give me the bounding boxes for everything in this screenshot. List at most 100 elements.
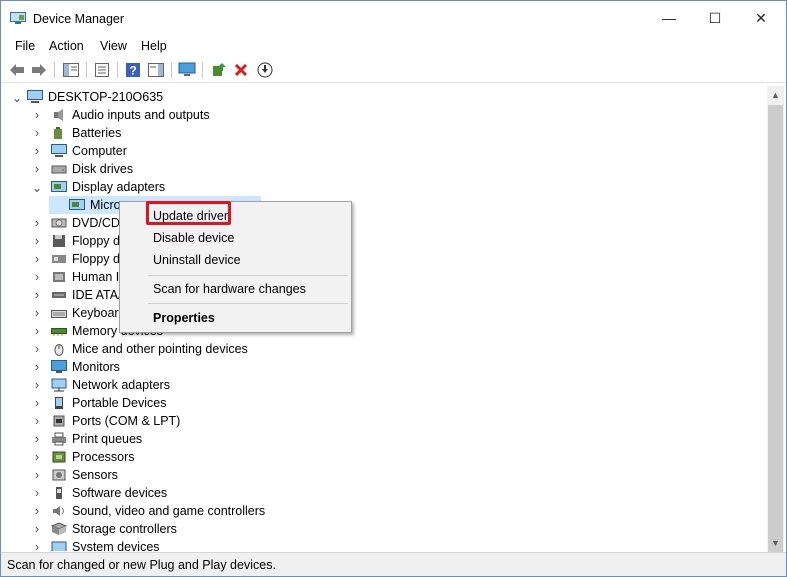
tree-item[interactable]: › Floppy dr — [31, 250, 124, 268]
window-title: Device Manager — [33, 12, 125, 26]
scroll-up-icon[interactable]: ▲ — [767, 86, 784, 103]
tree-item[interactable]: › Sound, video and game controllers — [31, 502, 265, 520]
help-icon[interactable]: ? — [124, 61, 142, 79]
tree-item[interactable]: › Keyboard — [31, 304, 126, 322]
expand-chevron-icon[interactable]: › — [31, 268, 43, 286]
expand-chevron-icon[interactable]: › — [31, 466, 43, 484]
tree-item[interactable]: › Ports (COM & LPT) — [31, 412, 180, 430]
expand-chevron-icon[interactable]: › — [31, 106, 43, 124]
tree-item-label: Software devices — [72, 486, 168, 500]
expand-chevron-icon[interactable]: › — [31, 448, 43, 466]
menu-view[interactable]: View — [100, 39, 127, 53]
expand-chevron-icon[interactable]: › — [31, 304, 43, 322]
tree-item[interactable]: › Batteries — [31, 124, 121, 142]
tree-item[interactable]: › Disk drives — [31, 160, 133, 178]
expand-chevron-icon[interactable]: › — [31, 322, 43, 340]
tree-item-label: Batteries — [72, 126, 122, 140]
tree-item[interactable]: › Print queues — [31, 430, 142, 448]
expand-chevron-icon[interactable]: › — [31, 232, 43, 250]
menu-item-disable-device[interactable]: Disable device — [153, 231, 234, 245]
tree-item-label: Ports (COM & LPT) — [72, 414, 181, 428]
minimize-button[interactable]: — — [646, 1, 692, 35]
dvd-drive-icon — [51, 218, 67, 228]
show-hide-console-tree-icon[interactable] — [62, 61, 80, 79]
portable-device-icon — [55, 397, 63, 409]
expand-chevron-icon[interactable]: › — [31, 286, 43, 304]
menu-action[interactable]: Action — [49, 39, 84, 53]
tree-item-label: Audio inputs and outputs — [72, 108, 210, 122]
tree-item-label: System devices — [72, 540, 160, 551]
expand-chevron-icon[interactable]: › — [31, 538, 43, 551]
toolbar-separator — [117, 62, 118, 78]
tree-item[interactable]: › Monitors — [31, 358, 120, 376]
menu-separator — [148, 275, 348, 276]
tree-item[interactable]: › Audio inputs and outputs — [31, 106, 210, 124]
expand-chevron-icon[interactable]: › — [31, 376, 43, 394]
collapse-chevron-icon[interactable]: ⌄ — [31, 178, 43, 196]
floppy-controller-icon — [52, 255, 66, 263]
tree-item[interactable]: › Portable Devices — [31, 394, 167, 412]
tree-item-label: Print queues — [72, 432, 143, 446]
toolbar-separator — [54, 62, 55, 78]
tree-item[interactable]: › Storage controllers — [31, 520, 177, 538]
expand-chevron-icon[interactable]: › — [31, 214, 43, 232]
expand-chevron-icon[interactable]: › — [31, 250, 43, 268]
menu-item-scan-hardware[interactable]: Scan for hardware changes — [153, 282, 306, 296]
menu-file[interactable]: File — [15, 39, 35, 53]
tree-item[interactable]: › Network adapters — [31, 376, 170, 394]
expand-chevron-icon[interactable]: › — [31, 358, 43, 376]
storage-icon — [51, 522, 67, 535]
expand-chevron-icon[interactable]: › — [31, 484, 43, 502]
menu-item-properties[interactable]: Properties — [153, 311, 215, 325]
display-adapter-icon — [51, 181, 67, 192]
tree-item[interactable]: › DVD/CD- — [31, 214, 124, 232]
properties-icon[interactable] — [93, 61, 111, 79]
scroll-down-icon[interactable]: ▼ — [767, 534, 784, 551]
toolbar-separator — [171, 62, 172, 78]
memory-icon — [51, 328, 67, 336]
expand-chevron-icon[interactable]: › — [31, 340, 43, 358]
collapse-chevron-icon[interactable]: ⌄ — [11, 88, 23, 106]
expand-chevron-icon[interactable]: › — [31, 412, 43, 430]
tree-item[interactable]: › Floppy di — [31, 232, 123, 250]
expand-chevron-icon[interactable]: › — [31, 142, 43, 160]
root-label: DESKTOP-210O635 — [48, 90, 164, 104]
computer-icon — [51, 144, 67, 157]
toolbar-separator — [202, 62, 203, 78]
tree-item[interactable]: › System devices — [31, 538, 160, 551]
scroll-thumb[interactable] — [768, 105, 783, 576]
forward-icon[interactable] — [30, 61, 48, 79]
menu-item-uninstall-device[interactable]: Uninstall device — [153, 253, 241, 267]
disk-drive-icon — [51, 165, 67, 174]
action-pane-icon[interactable] — [147, 61, 165, 79]
back-icon[interactable] — [8, 61, 26, 79]
sound-icon — [53, 506, 64, 516]
device-tree: ⌄ DESKTOP-210O635 › Audio inputs and outp… — [1, 86, 767, 551]
update-driver-icon[interactable] — [210, 61, 228, 79]
expand-chevron-icon[interactable]: › — [31, 394, 43, 412]
speaker-icon — [54, 109, 63, 121]
expand-chevron-icon[interactable]: › — [31, 520, 43, 538]
expand-chevron-icon[interactable]: › — [31, 160, 43, 178]
tree-item[interactable]: ⌄ Display adapters — [31, 178, 165, 196]
maximize-button[interactable]: ☐ — [692, 1, 738, 35]
monitor-icon[interactable] — [178, 61, 196, 79]
menu-help[interactable]: Help — [141, 39, 167, 53]
tree-item-label: IDE ATA/ — [72, 288, 122, 302]
tree-item[interactable]: › Human In — [31, 268, 126, 286]
expand-chevron-icon[interactable]: › — [31, 430, 43, 448]
uninstall-icon[interactable] — [232, 61, 250, 79]
expand-chevron-icon[interactable]: › — [31, 124, 43, 142]
download-icon[interactable] — [256, 61, 274, 79]
tree-item[interactable]: › Computer — [31, 142, 127, 160]
expand-chevron-icon[interactable]: › — [31, 502, 43, 520]
tree-item[interactable]: › Sensors — [31, 466, 118, 484]
tree-item[interactable]: › IDE ATA/ — [31, 286, 122, 304]
vertical-scrollbar[interactable]: ▲ ▼ — [767, 86, 784, 576]
tree-item[interactable]: › Processors — [31, 448, 135, 466]
tree-item[interactable]: › Software devices — [31, 484, 167, 502]
menu-item-update-driver[interactable]: Update driver — [153, 209, 228, 223]
tree-item[interactable]: › Mice and other pointing devices — [31, 340, 248, 358]
tree-root[interactable]: ⌄ DESKTOP-210O635 — [11, 88, 163, 106]
close-button[interactable]: ✕ — [738, 1, 784, 35]
